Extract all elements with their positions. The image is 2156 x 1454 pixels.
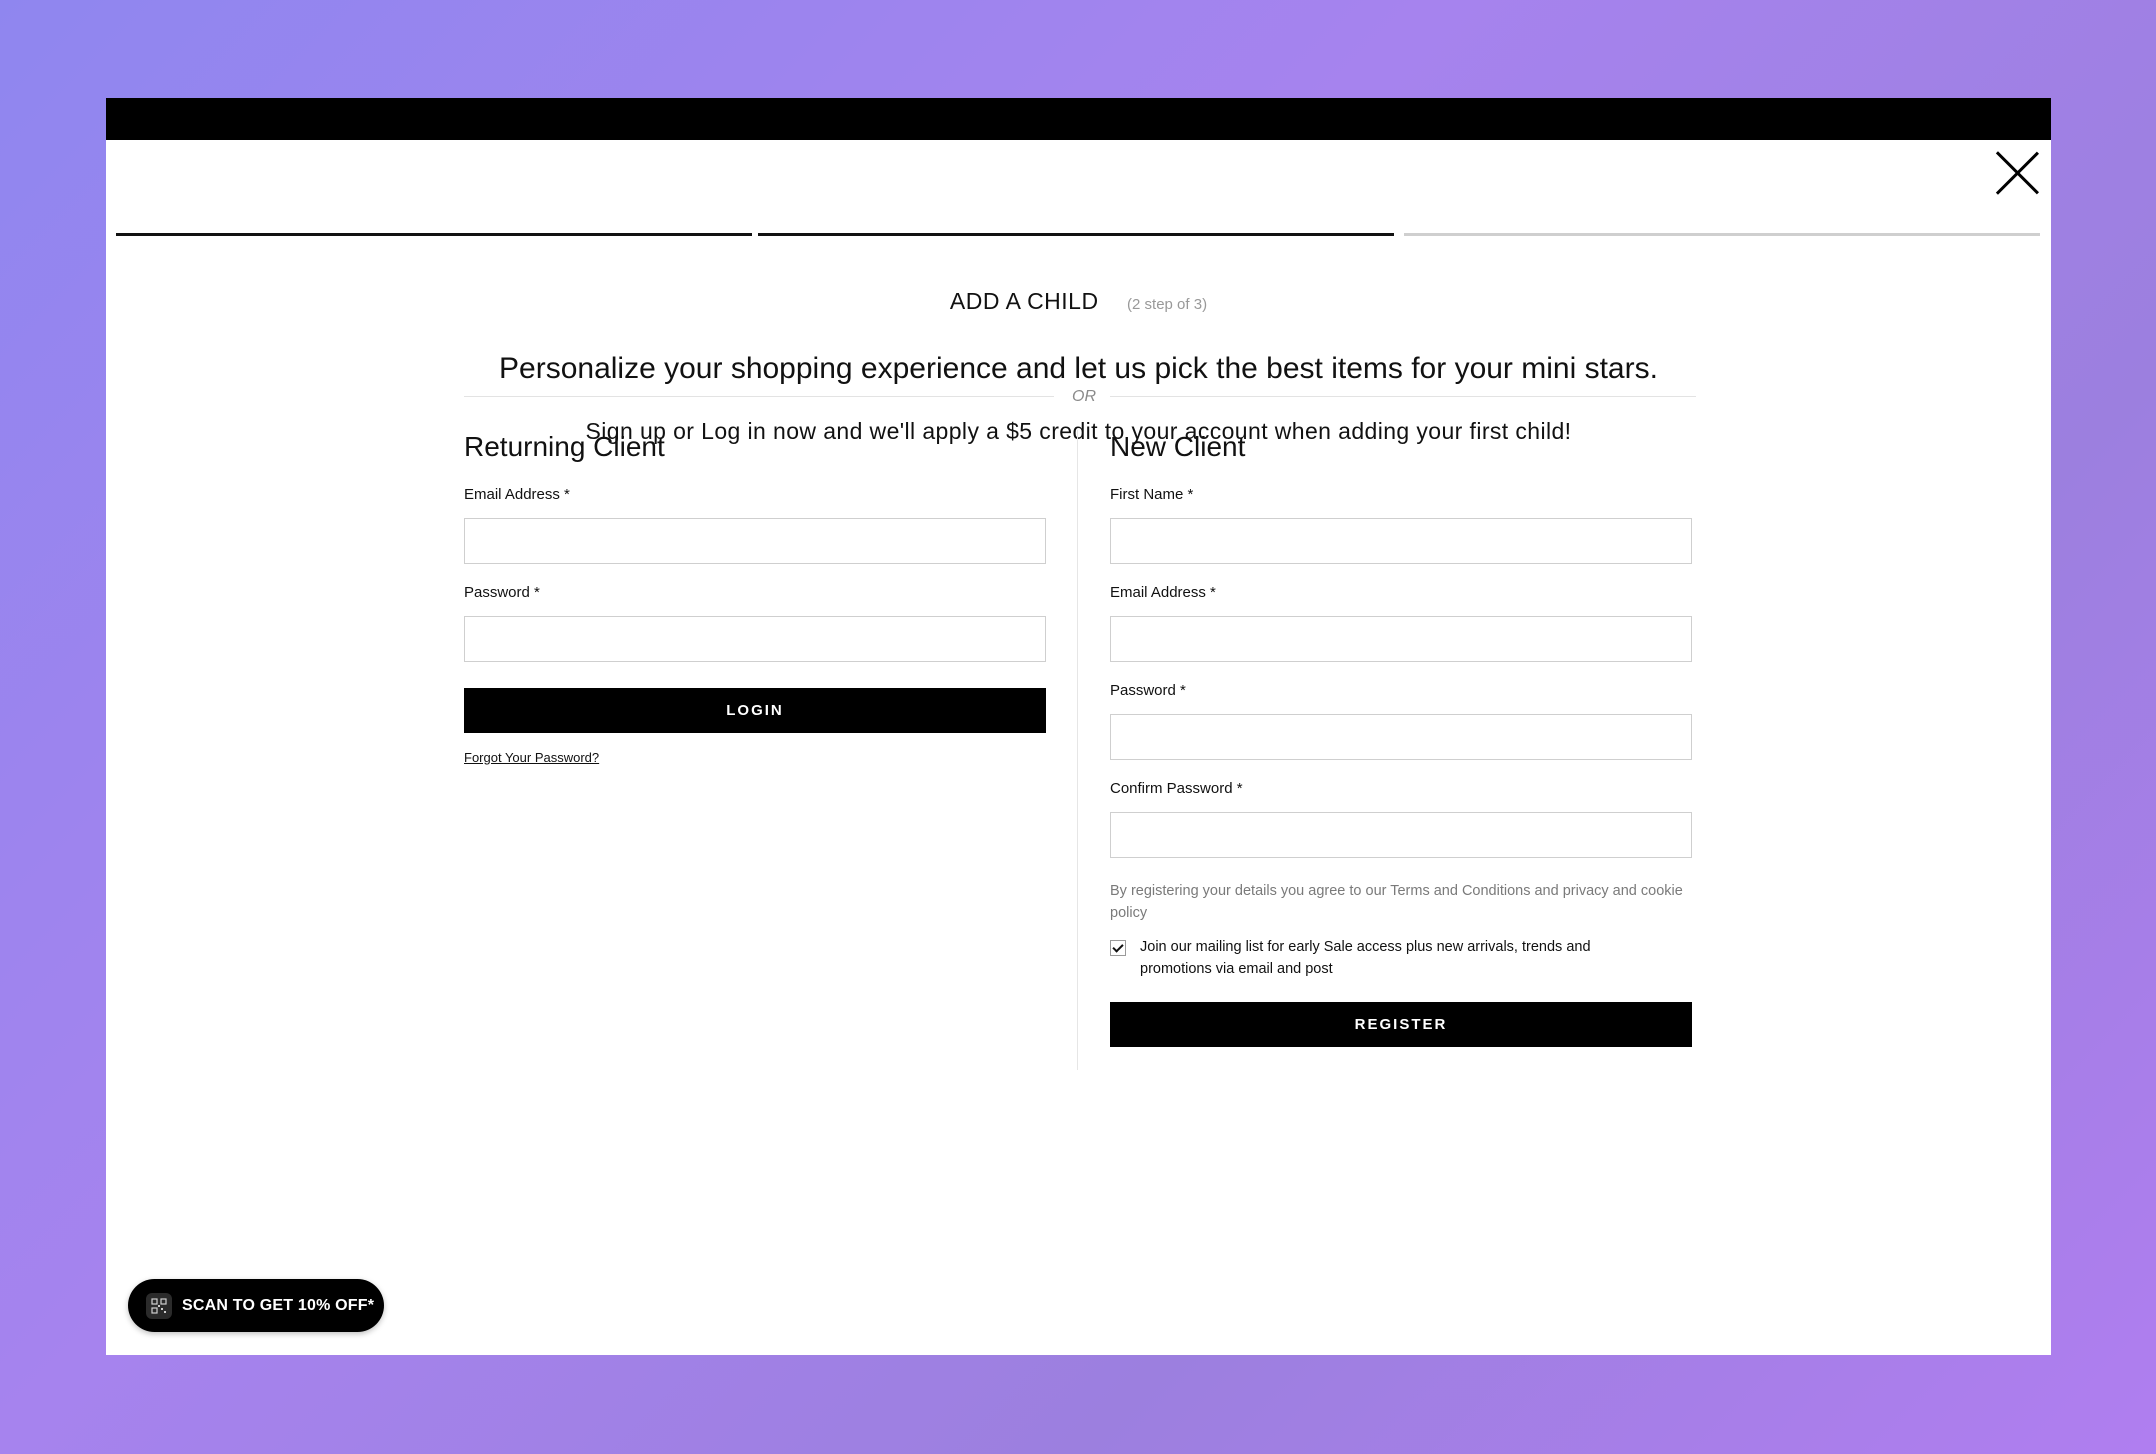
new-client-heading: New Client [1110,431,1246,462]
modal-heading: ADD A CHILD (2 step of 3) [106,288,2051,315]
first-name-input[interactable] [1111,519,1691,563]
modal-top-bar [106,98,2051,140]
confirm-password-label: Confirm Password * [1110,780,1243,797]
register-password-field-box [1110,714,1692,760]
column-divider [1077,430,1078,1070]
qr-code-icon [146,1292,172,1319]
or-divider-text: OR [1072,388,1096,405]
mailing-list-label: Join our mailing list for early Sale acc… [1140,939,1591,977]
step-2-bar [758,233,1394,236]
terms-notice: By registering your details you agree to… [1110,883,1683,921]
promo-scan-button[interactable]: SCAN TO GET 10% OFF* [128,1279,384,1332]
mailing-list-checkbox[interactable] [1110,940,1126,956]
register-email-label: Email Address * [1110,584,1216,601]
register-password-input[interactable] [1111,715,1691,759]
returning-client-section: Returning Client Email Address * Passwor… [464,428,1046,767]
login-email-field-box [464,518,1046,564]
step-progress [116,233,2040,237]
confirm-password-field-box [1110,812,1692,858]
or-divider-left [464,396,1054,397]
login-password-field-box [464,616,1046,662]
register-email-input[interactable] [1111,617,1691,661]
login-email-label: Email Address * [464,486,570,503]
step-1-bar [116,233,752,236]
headline: Personalize your shopping experience and… [499,352,1658,385]
register-email-field-box [1110,616,1692,662]
subline: Sign up or Log in now and we'll apply a … [585,418,1572,444]
login-button[interactable]: LOGIN [464,688,1046,733]
close-icon[interactable] [1994,150,2040,196]
or-divider-right [1110,396,1696,397]
login-email-input[interactable] [465,519,1045,563]
confirm-password-input[interactable] [1111,813,1691,857]
first-name-label: First Name * [1110,486,1194,503]
register-password-label: Password * [1110,682,1186,699]
returning-client-heading: Returning Client [464,431,665,462]
modal-window: ADD A CHILD (2 step of 3) Personalize yo… [106,98,2051,1355]
register-button[interactable]: REGISTER [1110,1002,1692,1047]
modal-title: ADD A CHILD [949,288,1099,314]
promo-label: SCAN TO GET 10% OFF* [182,1296,375,1314]
mailing-list-optin: Join our mailing list for early Sale acc… [1110,936,1692,980]
forgot-password-link[interactable]: Forgot Your Password? [464,750,599,765]
first-name-field-box [1110,518,1692,564]
step-3-bar [1404,233,2040,236]
step-indicator: (2 step of 3) [1127,296,1208,313]
new-client-section: New Client First Name * Email Address * … [1110,428,1692,1047]
login-password-input[interactable] [465,617,1045,661]
login-password-label: Password * [464,584,540,601]
